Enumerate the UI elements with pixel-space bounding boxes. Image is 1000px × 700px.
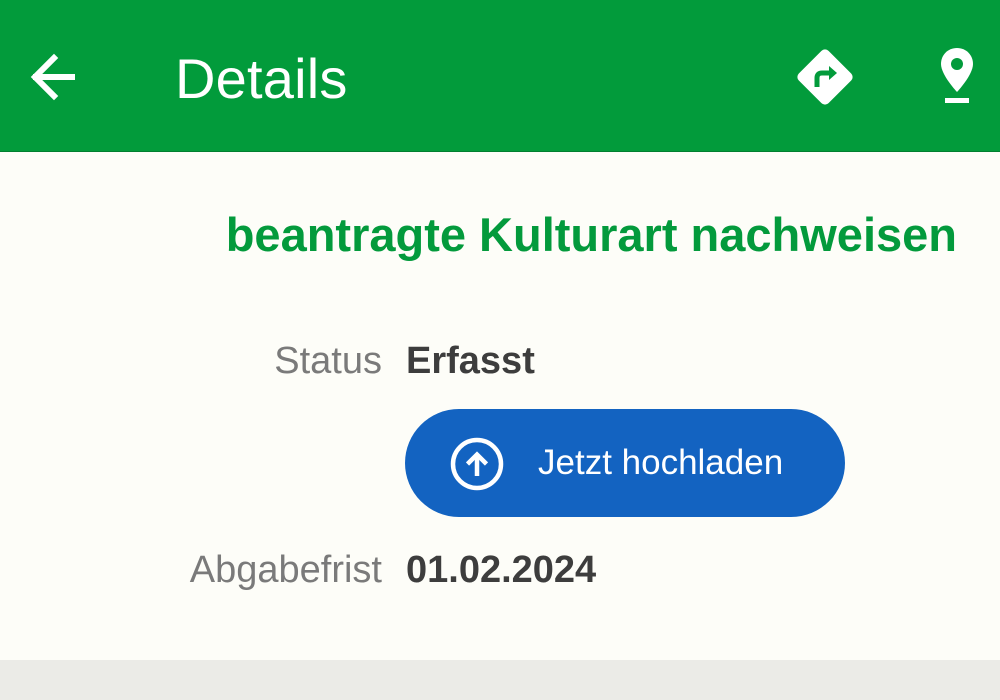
deadline-value: 01.02.2024 bbox=[406, 549, 597, 591]
status-label: Status bbox=[274, 340, 382, 382]
page-title: Details bbox=[175, 47, 348, 110]
arrow-back-icon bbox=[30, 53, 75, 101]
back-button[interactable] bbox=[18, 44, 88, 110]
deadline-label: Abgabefrist bbox=[189, 549, 382, 591]
directions-icon bbox=[797, 49, 853, 105]
upload-circle-icon bbox=[450, 437, 504, 491]
app-bar: Details bbox=[0, 0, 1000, 152]
location-button[interactable] bbox=[925, 40, 989, 114]
detail-card: beantragte Kulturart nachweisen Status E… bbox=[0, 152, 1000, 660]
directions-button[interactable] bbox=[788, 40, 862, 114]
upload-now-button[interactable]: Jetzt hochladen bbox=[405, 409, 845, 517]
upload-now-label: Jetzt hochladen bbox=[538, 443, 784, 482]
status-value: Erfasst bbox=[406, 340, 535, 382]
location-pin-icon bbox=[941, 48, 973, 103]
task-title: beantragte Kulturart nachweisen bbox=[225, 208, 957, 261]
